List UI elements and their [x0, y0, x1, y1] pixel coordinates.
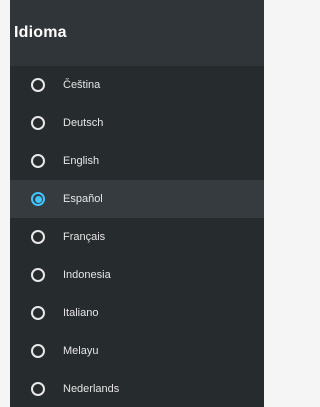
- language-option-italiano[interactable]: Italiano: [10, 294, 264, 332]
- language-option-indonesia[interactable]: Indonesia: [10, 256, 264, 294]
- language-option-espanol[interactable]: Español: [10, 180, 264, 218]
- radio-button-icon[interactable]: [31, 382, 45, 396]
- language-list: Čeština Deutsch English Español Français…: [10, 66, 264, 407]
- radio-button-icon[interactable]: [31, 116, 45, 130]
- language-label: Indonesia: [63, 269, 111, 281]
- language-label: Español: [63, 193, 103, 205]
- language-label: Melayu: [63, 345, 99, 357]
- language-option-deutsch[interactable]: Deutsch: [10, 104, 264, 142]
- language-label: English: [63, 155, 100, 167]
- panel-header: Idioma: [10, 0, 264, 66]
- language-label: Italiano: [63, 307, 99, 319]
- radio-button-icon[interactable]: [31, 306, 45, 320]
- radio-button-icon[interactable]: [31, 192, 45, 206]
- language-label: Čeština: [63, 79, 101, 91]
- language-option-francais[interactable]: Français: [10, 218, 264, 256]
- language-label: Nederlands: [63, 383, 120, 395]
- radio-button-icon[interactable]: [31, 230, 45, 244]
- language-panel: Idioma Čeština Deutsch English Español F…: [10, 0, 264, 407]
- radio-button-icon[interactable]: [31, 344, 45, 358]
- language-label: Deutsch: [63, 117, 104, 129]
- language-option-english[interactable]: English: [10, 142, 264, 180]
- radio-dot-icon: [34, 195, 42, 203]
- page-title: Idioma: [14, 24, 67, 41]
- radio-button-icon[interactable]: [31, 154, 45, 168]
- language-option-cestina[interactable]: Čeština: [10, 66, 264, 104]
- language-option-melayu[interactable]: Melayu: [10, 332, 264, 370]
- language-label: Français: [63, 231, 106, 243]
- language-option-nederlands[interactable]: Nederlands: [10, 370, 264, 407]
- radio-button-icon[interactable]: [31, 268, 45, 282]
- radio-button-icon[interactable]: [31, 78, 45, 92]
